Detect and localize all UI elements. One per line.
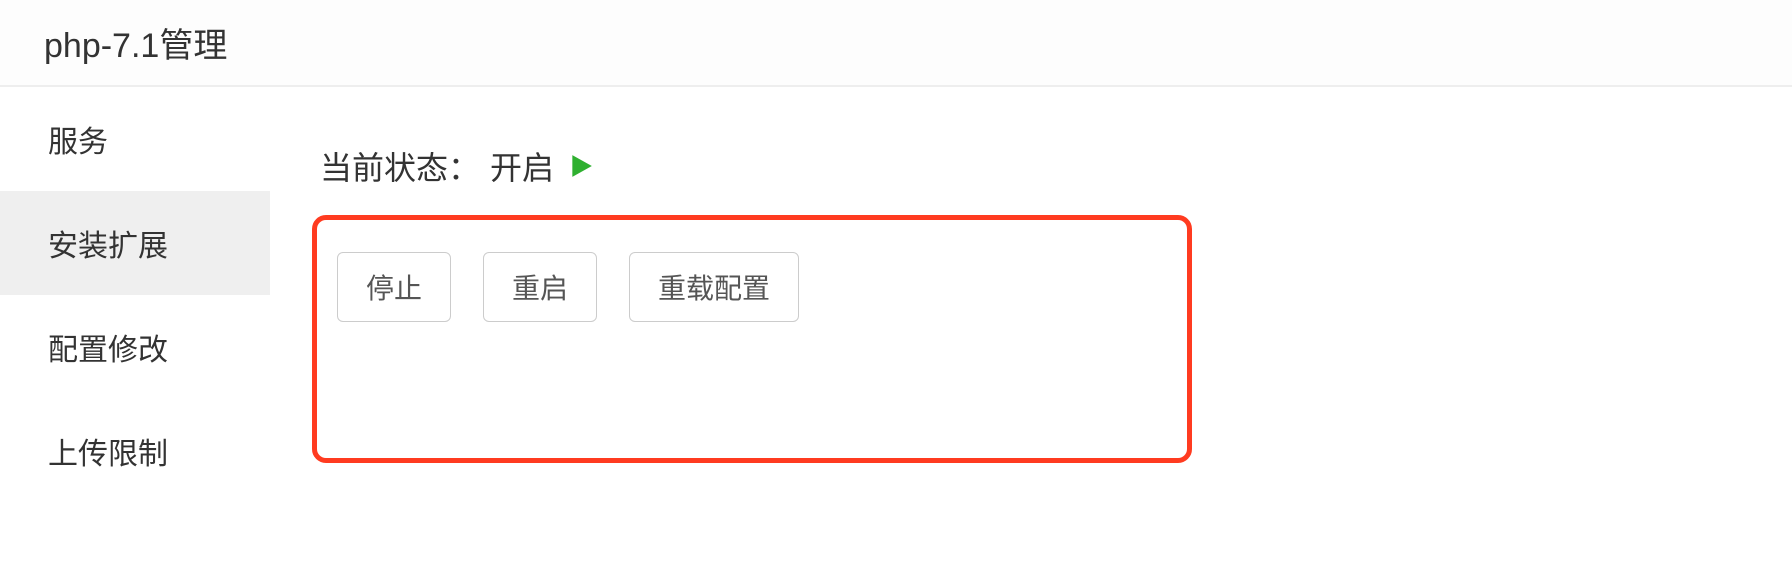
status-label: 当前状态： <box>320 143 480 189</box>
stop-button[interactable]: 停止 <box>337 252 451 322</box>
sidebar-item-config-modify[interactable]: 配置修改 <box>0 295 270 399</box>
sidebar-item-service[interactable]: 服务 <box>0 87 270 191</box>
main-content: 当前状态： 开启 停止 重启 重载配置 <box>270 87 1792 503</box>
sidebar-item-install-extensions[interactable]: 安装扩展 <box>0 191 270 295</box>
sidebar: 服务 安装扩展 配置修改 上传限制 <box>0 87 270 503</box>
sidebar-item-label: 安装扩展 <box>48 230 168 263</box>
sidebar-item-label: 服务 <box>48 126 108 159</box>
status-value: 开启 <box>490 143 554 189</box>
sidebar-item-upload-limit[interactable]: 上传限制 <box>0 399 270 503</box>
panel-title: php-7.1管理 <box>44 18 1748 67</box>
restart-button[interactable]: 重启 <box>483 252 597 322</box>
panel-body: 服务 安装扩展 配置修改 上传限制 当前状态： 开启 停止 重启 重载配置 <box>0 87 1792 503</box>
highlight-box: 停止 重启 重载配置 <box>312 215 1192 463</box>
play-icon <box>568 153 594 179</box>
action-button-row: 停止 重启 重载配置 <box>337 252 1167 322</box>
status-line: 当前状态： 开启 <box>320 143 1732 189</box>
sidebar-item-label: 上传限制 <box>48 438 168 471</box>
sidebar-item-label: 配置修改 <box>48 334 168 367</box>
panel-header: php-7.1管理 <box>0 0 1792 87</box>
reload-config-button[interactable]: 重载配置 <box>629 252 799 322</box>
